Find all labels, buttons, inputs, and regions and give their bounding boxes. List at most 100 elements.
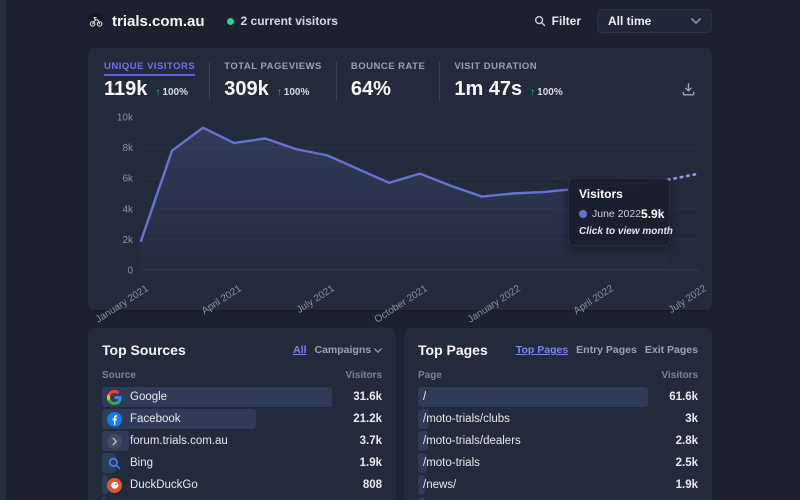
forum-site-icon: [107, 433, 122, 449]
bing-icon: [107, 456, 122, 471]
metric-bounce-rate[interactable]: BOUNCE RATE 64%: [351, 61, 425, 101]
metric-value: 309k: [224, 78, 269, 100]
source-row[interactable]: DuckDuckGo 808: [102, 475, 382, 495]
row-label: /moto-trials/dealers: [423, 435, 521, 447]
sources-col-source: Source: [102, 370, 136, 381]
row-visitors-value: 31.6k: [353, 391, 382, 403]
export-button[interactable]: [681, 82, 696, 102]
date-range-value: All time: [608, 14, 652, 28]
live-dot-icon: [226, 17, 234, 25]
row-label: Facebook: [130, 413, 181, 425]
pages-tab-entry-pages[interactable]: Entry Pages: [576, 344, 637, 356]
row-label: /moto-trials/clubs: [423, 413, 510, 425]
date-range-select[interactable]: All time: [597, 9, 712, 33]
metric-value: 119k: [104, 78, 148, 100]
metric-label: VISIT DURATION: [454, 61, 538, 72]
search-icon: [534, 15, 545, 27]
x-axis-label: January 2021: [94, 283, 151, 325]
y-axis-labels: 0 2k 4k 6k 8k 10k: [117, 113, 134, 277]
x-axis-labels: January 2021 April 2021 July 2021 October 2…: [94, 283, 709, 325]
row-visitors-value: 2.8k: [675, 435, 698, 447]
y-axis-label: 2k: [122, 235, 134, 246]
row-visitors-value: 61.6k: [669, 391, 698, 403]
source-row[interactable]: Bing 1.9k: [102, 453, 382, 473]
facebook-icon: [107, 411, 122, 427]
page-row[interactable]: /moto-trials/clubs 3k: [418, 409, 698, 429]
source-row[interactable]: Google 31.6k: [102, 387, 382, 407]
source-row[interactable]: forum.trials.com.au 3.7k: [102, 431, 382, 451]
sources-col-visitors: Visitors: [345, 370, 383, 381]
y-axis-label: 4k: [122, 204, 134, 215]
chart-tooltip: Visitors June 2022 5.9k Click to view mo…: [568, 178, 673, 246]
metric-divider: [209, 62, 211, 100]
x-axis-label: April 2022: [572, 283, 616, 317]
row-visitors-value: 808: [362, 479, 382, 491]
row-visitors-value: 2.5k: [675, 457, 698, 469]
up-arrow-icon: ↑: [155, 87, 161, 98]
top-bar: trials.com.au 2 current visitors Filter …: [88, 0, 712, 42]
metric-divider: [335, 62, 337, 100]
chevron-down-icon: [691, 18, 701, 24]
pages-tab-exit-pages[interactable]: Exit Pages: [645, 344, 698, 356]
pages-tab-top-pages[interactable]: Top Pages: [516, 344, 568, 356]
metrics-row: UNIQUE VISITORS 119k ↑ 100% TOTAL PAGEVIEWS 3…: [88, 48, 712, 102]
tooltip-label: June 2022: [592, 208, 642, 220]
top-pages-panel: Top Pages Top Pages Entry Pages Exit Pages…: [404, 328, 712, 500]
page-row[interactable]: /moto-trials/dealers 2.8k: [418, 431, 698, 451]
metric-unique-visitors[interactable]: UNIQUE VISITORS 119k ↑ 100%: [104, 61, 196, 101]
tooltip-hint: Click to view month: [579, 226, 673, 237]
site-title[interactable]: trials.com.au: [112, 13, 205, 30]
pages-col-page: Page: [418, 370, 442, 381]
metric-total-pageviews[interactable]: TOTAL PAGEVIEWS 309k ↑ 100%: [224, 61, 322, 101]
row-visitors-value: 3.7k: [359, 435, 382, 447]
duckduckgo-icon: [107, 477, 122, 493]
metric-change-badge: ↑ 100%: [155, 87, 188, 98]
current-visitors-label: 2 current visitors: [240, 14, 338, 28]
top-sources-title: Top Sources: [102, 342, 186, 358]
metric-visit-duration[interactable]: VISIT DURATION 1m 47s ↑ 100%: [454, 61, 562, 101]
row-label: /: [423, 391, 427, 403]
source-row[interactable]: Facebook 21.2k: [102, 409, 382, 429]
sources-filter-all[interactable]: All: [293, 344, 306, 356]
metric-label: BOUNCE RATE: [350, 61, 426, 72]
top-pages-title: Top Pages: [418, 342, 488, 358]
row-label: /news/: [423, 479, 457, 491]
top-sources-panel: Top Sources All Campaigns Source Visitors…: [88, 328, 396, 500]
y-axis-label: 8k: [122, 143, 134, 154]
x-axis-label: April 2021: [200, 283, 244, 317]
row-label: DuckDuckGo: [130, 479, 198, 491]
trials-bike-favicon-icon: [88, 13, 104, 29]
page-left-edge: [0, 0, 6, 500]
up-arrow-icon: ↑: [276, 87, 282, 98]
page-row[interactable]: /moto-trials 2.5k: [418, 453, 698, 473]
tooltip-title: Visitors: [579, 187, 623, 201]
metric-divider: [439, 62, 441, 100]
row-visitors-value: 21.2k: [353, 413, 382, 425]
series-dot-icon: [579, 210, 587, 218]
chevron-down-icon: [374, 347, 382, 353]
chart-line-dashed-forecast: [666, 172, 701, 182]
metric-value: 64%: [350, 78, 391, 100]
row-label: Bing: [130, 457, 154, 469]
y-axis-label: 6k: [122, 174, 134, 185]
metric-change-badge: ↑ 100%: [276, 87, 310, 98]
y-axis-label: 0: [127, 266, 133, 277]
pages-col-visitors: Visitors: [661, 370, 699, 381]
download-icon: [682, 83, 695, 96]
filter-button[interactable]: Filter: [534, 14, 581, 28]
x-axis-label: October 2021: [373, 283, 430, 325]
current-visitors[interactable]: 2 current visitors: [226, 14, 338, 28]
y-axis-label: 10k: [117, 113, 134, 124]
up-arrow-icon: ↑: [530, 87, 536, 98]
row-label: Google: [130, 391, 168, 403]
metric-label: TOTAL PAGEVIEWS: [224, 61, 322, 72]
metric-label: UNIQUE VISITORS: [104, 61, 196, 76]
page-row[interactable]: / 61.6k: [418, 387, 698, 407]
page-row[interactable]: /news/1.9k: [418, 475, 698, 495]
x-axis-label: July 2021: [295, 283, 337, 316]
row-label: forum.trials.com.au: [130, 435, 228, 447]
sources-filter-campaigns[interactable]: Campaigns: [314, 344, 382, 356]
row-visitors-value: 1.9k: [675, 479, 698, 491]
row-visitors-value: 1.9k: [359, 457, 382, 469]
x-axis-label: January 2022: [466, 283, 523, 325]
